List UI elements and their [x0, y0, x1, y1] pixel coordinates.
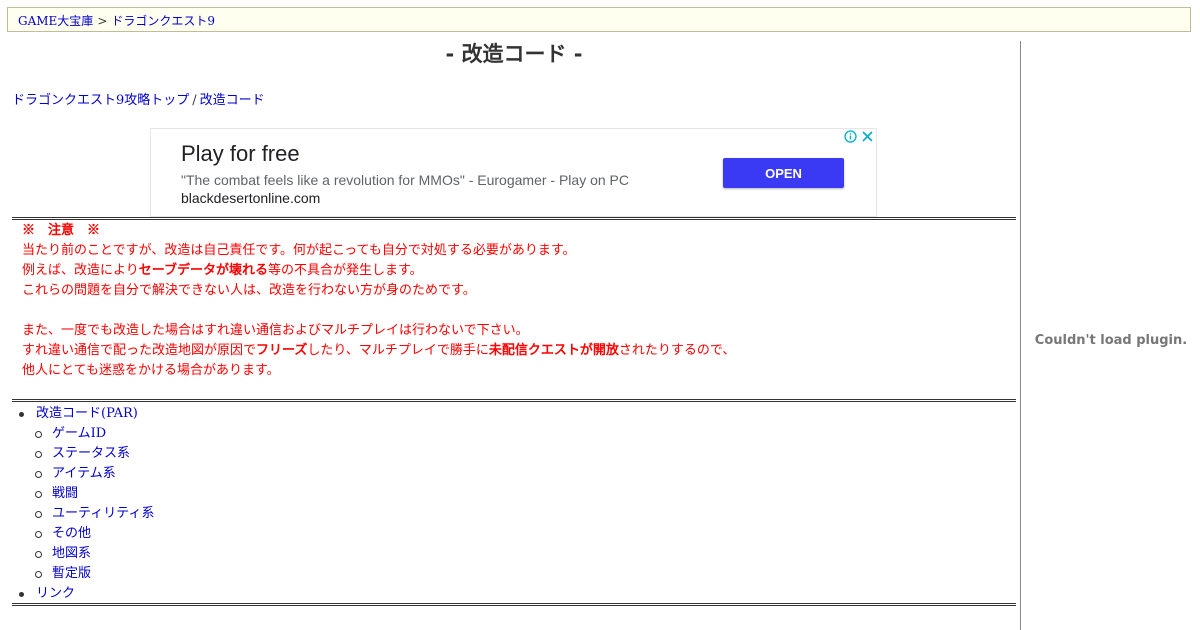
toc-subitem: ステータス系 [12, 444, 154, 464]
toc-link-other[interactable]: その他 [52, 526, 91, 541]
breadcrumb: GAME大宝庫 > ドラゴンクエスト9 [7, 7, 1191, 32]
page-nav-links: ドラゴンクエスト9攻略トップ / 改造コード [12, 89, 265, 108]
divider [12, 603, 1016, 606]
divider [12, 217, 1016, 220]
table-of-contents: 改造コード(PAR) ゲームID ステータス系 アイテム系 戦闘 ユーティリティ… [12, 404, 154, 604]
ad-open-button[interactable]: OPEN [723, 158, 844, 188]
plugin-error-message: Couldn't load plugin. [1034, 333, 1188, 348]
notice-title: ※ 注意 ※ [22, 223, 101, 238]
toc-subitem: その他 [12, 524, 154, 544]
toc-link-utility[interactable]: ユーティリティ系 [52, 506, 154, 521]
toc-link-items[interactable]: アイテム系 [52, 466, 116, 481]
main-content: - 改造コード - ドラゴンクエスト9攻略トップ / 改造コード Play for … [7, 41, 1021, 630]
sidebar: Couldn't load plugin. [1022, 41, 1200, 630]
toc-subitem: ユーティリティ系 [12, 504, 154, 524]
breadcrumb-separator: > [97, 14, 108, 28]
ad-description: "The combat feels like a revolution for … [181, 172, 629, 188]
toc-link-status[interactable]: ステータス系 [52, 446, 130, 461]
toc-subitem: アイテム系 [12, 464, 154, 484]
toc-subitem: 地図系 [12, 544, 154, 564]
nav-link-dq9-top[interactable]: ドラゴンクエスト9攻略トップ [12, 93, 189, 108]
toc-item-cheat-codes: 改造コード(PAR) [12, 404, 154, 424]
warning-notice: ※ 注意 ※ 当たり前のことですが、改造は自己責任です。何が起こっても自分で対処… [22, 221, 735, 381]
toc-subitem: 戦闘 [12, 484, 154, 504]
toc-subitem: ゲームID [12, 424, 154, 444]
notice-line: 他人にとても迷惑をかける場合があります。 [22, 363, 280, 378]
ad-domain[interactable]: blackdesertonline.com [181, 190, 320, 206]
toc-link-battle[interactable]: 戦闘 [52, 486, 78, 501]
toc-item-links: リンク [12, 584, 154, 604]
ad-icons [844, 130, 874, 143]
ad-banner[interactable]: Play for free "The combat feels like a r… [150, 128, 877, 217]
notice-line: すれ違い通信で配った改造地図が原因でフリーズしたり、マルチプレイで勝手に未配信ク… [22, 343, 736, 358]
breadcrumb-link-home[interactable]: GAME大宝庫 [18, 14, 93, 28]
toc-link[interactable]: 改造コード(PAR) [36, 406, 138, 421]
toc-link-provisional[interactable]: 暫定版 [52, 566, 91, 581]
notice-line: 当たり前のことですが、改造は自己責任です。何が起こっても自分で対処する必要があり… [22, 243, 576, 258]
notice-line: 例えば、改造によりセーブデータが壊れる等の不具合が発生します。 [22, 263, 423, 278]
nav-link-cheat-codes[interactable]: 改造コード [200, 93, 265, 108]
toc-link-game-id[interactable]: ゲームID [52, 426, 106, 441]
toc-link[interactable]: リンク [36, 586, 75, 601]
nav-separator: / [192, 93, 197, 108]
toc-subitem: 暫定版 [12, 564, 154, 584]
notice-line: これらの問題を自分で解決できない人は、改造を行わない方が身のためです。 [22, 283, 476, 298]
info-icon[interactable] [844, 130, 857, 143]
divider [12, 399, 1016, 402]
notice-line: また、一度でも改造した場合はすれ違い通信およびマルチプレイは行わないで下さい。 [22, 323, 529, 338]
toc-link-maps[interactable]: 地図系 [52, 546, 91, 561]
page-title: - 改造コード - [445, 42, 583, 66]
close-icon[interactable] [861, 130, 874, 143]
ad-headline[interactable]: Play for free [181, 141, 300, 167]
breadcrumb-link-dq9[interactable]: ドラゴンクエスト9 [111, 14, 215, 28]
